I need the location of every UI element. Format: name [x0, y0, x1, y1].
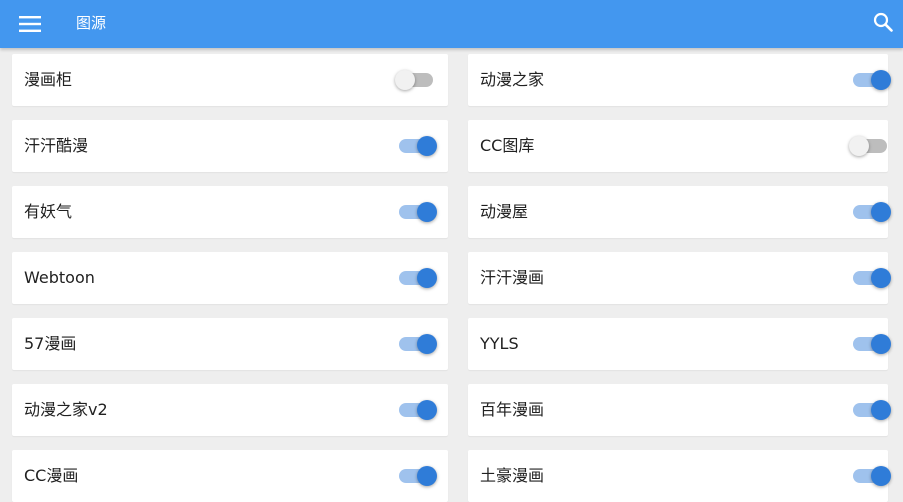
source-item: 有妖气 [12, 186, 448, 238]
source-toggle-switch[interactable] [852, 400, 891, 420]
source-item: 汗汗漫画 [468, 252, 891, 304]
source-name: 动漫之家v2 [24, 400, 108, 419]
source-toggle-switch[interactable] [398, 202, 437, 222]
source-toggle-switch[interactable] [852, 202, 891, 222]
source-item: YYLS [468, 318, 891, 370]
source-toggle-switch[interactable] [852, 70, 891, 90]
source-name: Webtoon [24, 268, 95, 287]
source-item: 漫画柜 [12, 54, 448, 106]
source-toggle-switch[interactable] [395, 70, 434, 90]
source-toggle-switch[interactable] [852, 334, 891, 354]
source-toggle-switch[interactable] [849, 136, 888, 156]
source-item: Webtoon [12, 252, 448, 304]
source-toggle-switch[interactable] [398, 400, 437, 420]
source-toggle-switch[interactable] [398, 334, 437, 354]
page-title: 图源 [76, 14, 107, 32]
source-item: 57漫画 [12, 318, 448, 370]
source-name: CC漫画 [24, 466, 79, 485]
source-list: 漫画柜 动漫之家 汗汗酷漫 CC图库 有妖气 动漫屋 Webtoon 汗汗漫画 … [12, 48, 891, 502]
source-name: 有妖气 [24, 202, 73, 221]
source-name: CC图库 [480, 136, 535, 155]
source-toggle-switch[interactable] [398, 268, 437, 288]
source-name: 动漫之家 [480, 70, 545, 89]
app-bar: 图源 [0, 0, 903, 48]
search-icon [873, 12, 893, 32]
source-item: CC漫画 [12, 450, 448, 502]
source-name: YYLS [480, 334, 519, 353]
source-item: 土豪漫画 [468, 450, 891, 502]
source-item: 百年漫画 [468, 384, 891, 436]
source-name: 汗汗酷漫 [24, 136, 89, 155]
source-item: 动漫屋 [468, 186, 891, 238]
source-name: 57漫画 [24, 334, 77, 353]
source-item: 动漫之家v2 [12, 384, 448, 436]
source-name: 百年漫画 [480, 400, 545, 419]
search-button[interactable] [867, 4, 899, 40]
source-item: CC图库 [468, 120, 888, 172]
source-item: 动漫之家 [468, 54, 891, 106]
source-name: 动漫屋 [480, 202, 529, 221]
source-toggle-switch[interactable] [852, 466, 891, 486]
hamburger-menu-icon [19, 16, 41, 32]
menu-button[interactable] [10, 4, 50, 44]
source-toggle-switch[interactable] [852, 268, 891, 288]
source-toggle-switch[interactable] [398, 466, 437, 486]
source-toggle-switch[interactable] [398, 136, 437, 156]
source-name: 土豪漫画 [480, 466, 545, 485]
source-name: 汗汗漫画 [480, 268, 545, 287]
source-name: 漫画柜 [24, 70, 73, 89]
source-item: 汗汗酷漫 [12, 120, 448, 172]
